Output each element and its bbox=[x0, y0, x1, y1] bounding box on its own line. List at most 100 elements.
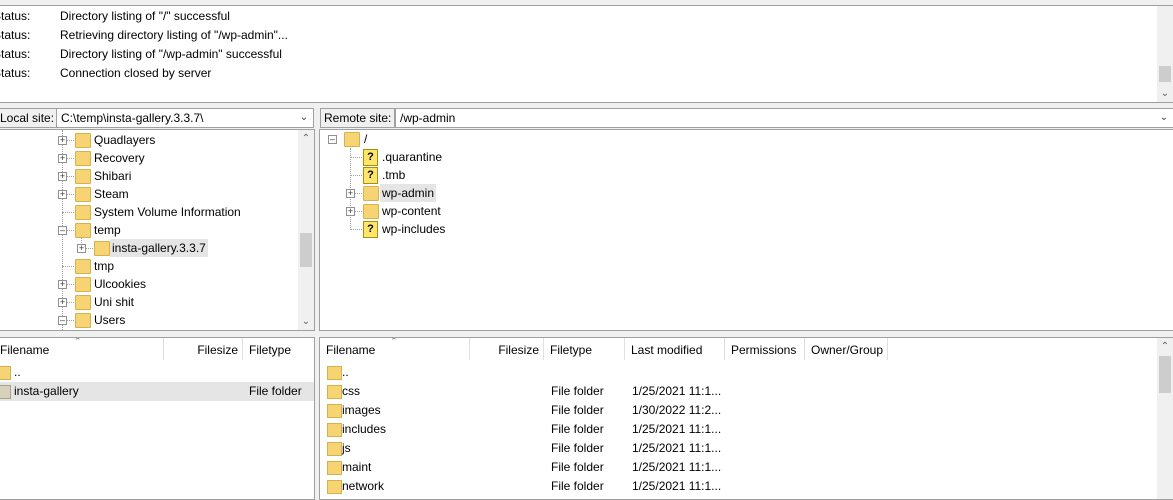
file-name: js bbox=[342, 441, 351, 455]
log-message: Directory listing of "/wp-admin" success… bbox=[60, 47, 282, 61]
file-row[interactable]: network File folder 1/25/2021 11:1... bbox=[320, 477, 1156, 496]
question-mark-icon: ? bbox=[363, 167, 378, 184]
expand-icon[interactable]: + bbox=[58, 190, 67, 199]
expand-icon[interactable]: + bbox=[346, 189, 355, 198]
log-message: Connection closed by server bbox=[60, 66, 212, 80]
folder-icon bbox=[75, 205, 91, 220]
local-tree-scrollbar-thumb[interactable] bbox=[300, 233, 312, 267]
remote-file-list[interactable]: ⌃ Filename Filesize Filetype Last modifi… bbox=[319, 337, 1173, 500]
expand-icon[interactable]: + bbox=[58, 298, 67, 307]
tree-item[interactable]: tmp bbox=[0, 257, 295, 275]
file-type: File folder bbox=[249, 384, 302, 398]
remote-list-scrollbar-thumb[interactable] bbox=[1159, 356, 1171, 393]
column-header-last-modified[interactable]: Last modified bbox=[625, 338, 725, 360]
local-tree-scrollbar[interactable]: ⌃ ⌄ bbox=[298, 130, 314, 330]
expand-icon[interactable]: + bbox=[58, 172, 67, 181]
chevron-down-icon[interactable]: ⌄ bbox=[297, 109, 311, 127]
file-row-selected[interactable]: insta-gallery File folder bbox=[0, 382, 314, 401]
collapse-icon[interactable]: – bbox=[58, 316, 67, 325]
column-header-filesize[interactable]: Filesize bbox=[164, 338, 243, 360]
folder-icon bbox=[94, 241, 110, 256]
tree-item[interactable]: ? .tmb bbox=[320, 166, 1160, 184]
remote-list-scrollbar[interactable]: ⌃ bbox=[1157, 338, 1173, 499]
file-row[interactable]: .. bbox=[0, 363, 314, 382]
tree-item[interactable]: + Steam bbox=[0, 185, 295, 203]
folder-icon bbox=[75, 295, 91, 310]
tree-item[interactable]: System Volume Information bbox=[0, 203, 295, 221]
expand-icon[interactable]: + bbox=[58, 136, 67, 145]
tree-item-label: .quarantine bbox=[382, 150, 443, 164]
tree-item-selected[interactable]: + wp-admin bbox=[320, 184, 1160, 202]
folder-icon bbox=[363, 186, 379, 201]
column-header-filename[interactable]: Filename bbox=[0, 338, 164, 360]
log-label: Status: bbox=[0, 28, 31, 42]
file-row[interactable]: includes File folder 1/25/2021 11:1... bbox=[320, 420, 1156, 439]
log-scrollbar-thumb[interactable] bbox=[1159, 66, 1171, 82]
file-name: insta-gallery bbox=[14, 384, 79, 398]
file-row[interactable]: images File folder 1/30/2022 11:2... bbox=[320, 401, 1156, 420]
remote-path-combo[interactable]: /wp-admin ⌄ bbox=[395, 108, 1173, 128]
message-log[interactable]: Status: Directory listing of "/" success… bbox=[0, 5, 1173, 103]
tree-item[interactable]: + Recovery bbox=[0, 149, 295, 167]
folder-icon bbox=[327, 404, 342, 418]
chevron-down-icon[interactable]: ⌄ bbox=[1157, 109, 1171, 127]
tree-item[interactable]: ? wp-includes bbox=[320, 220, 1160, 238]
tree-item[interactable]: ? .quarantine bbox=[320, 148, 1160, 166]
folder-icon bbox=[327, 423, 342, 437]
tree-item-label: Users bbox=[94, 313, 126, 327]
tree-item-label: Steam bbox=[94, 187, 129, 201]
column-header-filetype[interactable]: Filetype bbox=[544, 338, 625, 360]
folder-open-icon bbox=[75, 313, 91, 328]
file-name: .. bbox=[342, 365, 349, 379]
expand-icon[interactable]: + bbox=[58, 154, 67, 163]
log-label: Status: bbox=[0, 47, 31, 61]
column-header-filetype[interactable]: Filetype bbox=[243, 338, 314, 360]
collapse-icon[interactable]: – bbox=[328, 135, 337, 144]
tree-item[interactable]: – Users bbox=[0, 311, 295, 329]
remote-directory-tree[interactable]: – / ? .quarantine ? .tmb + wp-admin + wp… bbox=[319, 129, 1173, 331]
column-header-filename[interactable]: Filename bbox=[320, 338, 470, 360]
scroll-down-icon[interactable]: ⌄ bbox=[298, 314, 314, 330]
scroll-down-icon[interactable]: ⌄ bbox=[1157, 86, 1173, 102]
folder-icon bbox=[327, 385, 342, 399]
scroll-up-icon[interactable]: ⌃ bbox=[1157, 339, 1173, 355]
folder-icon bbox=[75, 277, 91, 292]
expand-icon[interactable]: + bbox=[58, 280, 67, 289]
expand-icon[interactable]: + bbox=[346, 207, 355, 216]
local-path-combo[interactable]: C:\temp\insta-gallery.3.3.7\ ⌄ bbox=[56, 108, 314, 128]
folder-icon bbox=[327, 461, 342, 475]
tree-item-label: System Volume Information bbox=[94, 205, 241, 219]
file-row[interactable]: js File folder 1/25/2021 11:1... bbox=[320, 439, 1156, 458]
folder-icon bbox=[75, 259, 91, 274]
tree-item[interactable]: + Uni shit bbox=[0, 293, 295, 311]
folder-icon bbox=[363, 204, 379, 219]
scroll-up-icon[interactable]: ⌃ bbox=[298, 131, 314, 147]
column-header-filesize[interactable]: Filesize bbox=[470, 338, 544, 360]
tree-item[interactable]: + Shibari bbox=[0, 167, 295, 185]
file-row[interactable]: maint File folder 1/25/2021 11:1... bbox=[320, 458, 1156, 477]
folder-open-icon bbox=[344, 132, 360, 147]
tree-item[interactable]: + Ulcookies bbox=[0, 275, 295, 293]
tree-item[interactable]: + Quadlayers bbox=[0, 131, 295, 149]
file-row[interactable]: .. bbox=[320, 363, 1156, 382]
tree-item-selected[interactable]: + insta-gallery.3.3.7 bbox=[0, 239, 295, 257]
column-header-owner-group[interactable]: Owner/Group bbox=[805, 338, 888, 360]
folder-open-icon bbox=[75, 223, 91, 238]
tree-item[interactable]: – / bbox=[320, 130, 1160, 148]
file-row[interactable]: css File folder 1/25/2021 11:1... bbox=[320, 382, 1156, 401]
log-scrollbar[interactable]: ⌄ bbox=[1157, 6, 1173, 102]
tree-item[interactable]: – temp bbox=[0, 221, 295, 239]
tree-item-label: Quadlayers bbox=[94, 133, 156, 147]
log-label: Status: bbox=[0, 66, 31, 80]
collapse-icon[interactable]: – bbox=[58, 226, 67, 235]
column-header-permissions[interactable]: Permissions bbox=[725, 338, 805, 360]
tree-item[interactable]: + wp-content bbox=[320, 202, 1160, 220]
file-type: File folder bbox=[551, 441, 604, 455]
file-modified: 1/25/2021 11:1... bbox=[632, 479, 722, 493]
local-file-list[interactable]: ⌃ Filename Filesize Filetype .. insta-ga… bbox=[0, 337, 315, 500]
folder-icon bbox=[327, 480, 342, 494]
local-directory-tree[interactable]: + Quadlayers + Recovery + Shibari + Stea… bbox=[0, 129, 315, 331]
file-type: File folder bbox=[551, 384, 604, 398]
file-type: File folder bbox=[551, 422, 604, 436]
expand-icon[interactable]: + bbox=[77, 244, 86, 253]
